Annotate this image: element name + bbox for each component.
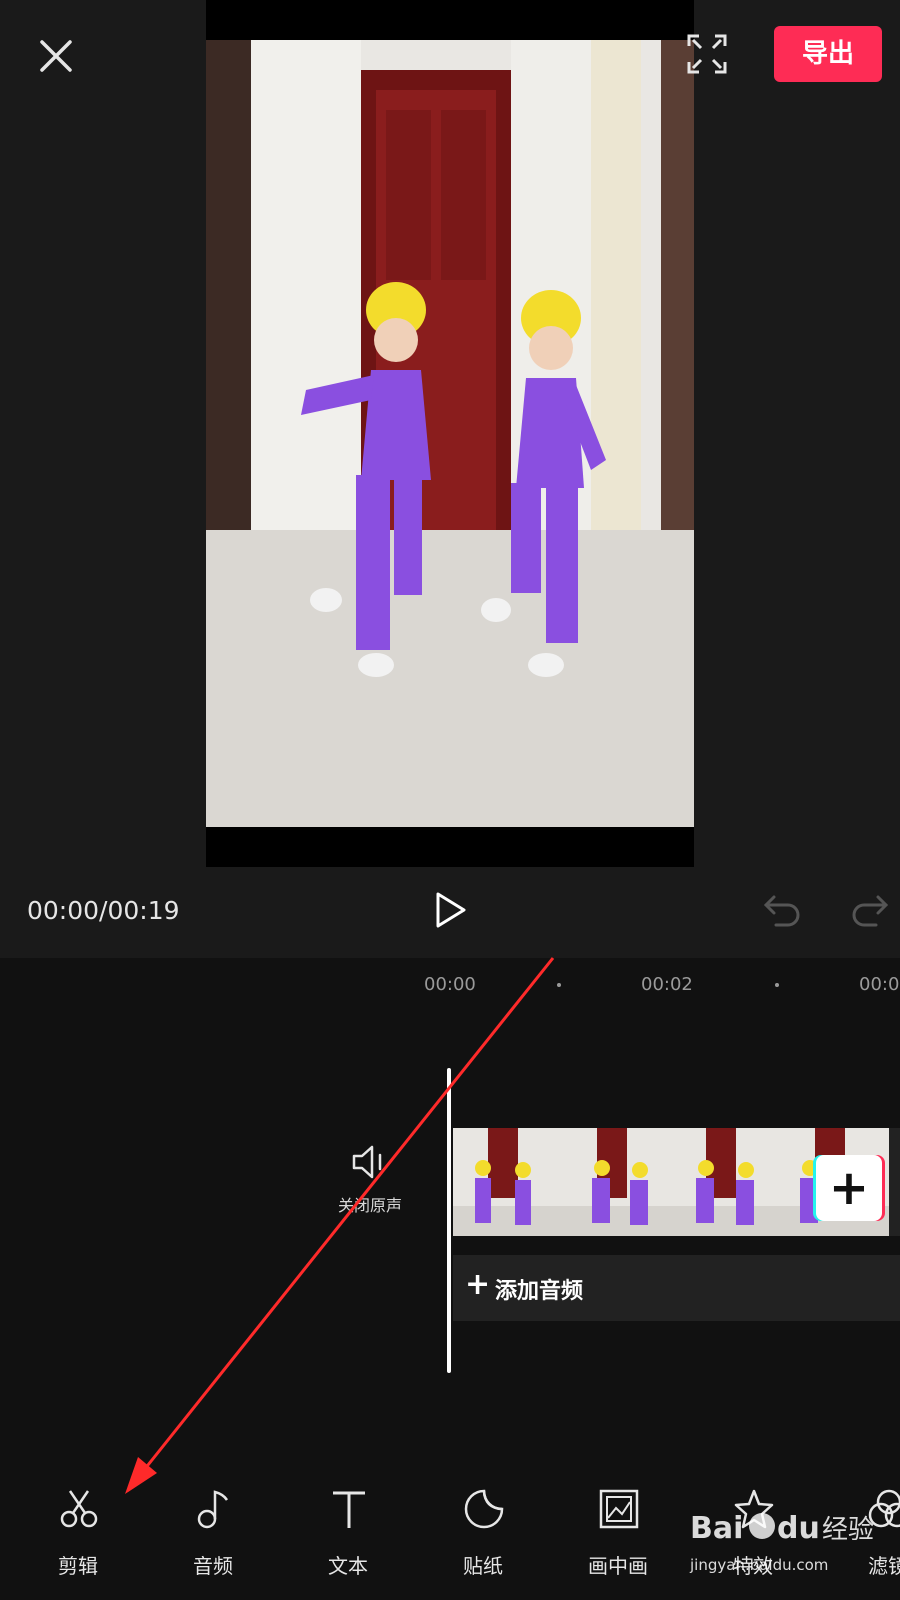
scissors-icon bbox=[60, 1490, 98, 1528]
editor-preview-area: 导出 00:00/00:19 bbox=[0, 0, 900, 958]
add-audio-button[interactable]: + 添加音频 bbox=[453, 1255, 900, 1321]
video-preview[interactable] bbox=[206, 0, 694, 867]
toolbar-item-label: 剪辑 bbox=[58, 1554, 98, 1578]
toolbar-item-label: 画中画 bbox=[588, 1554, 648, 1578]
svg-text:du: du bbox=[777, 1511, 820, 1546]
music-note-icon bbox=[197, 1490, 229, 1529]
ruler-dot bbox=[775, 983, 779, 987]
close-icon bbox=[40, 40, 72, 72]
toolbar-item-edit[interactable]: 剪辑 bbox=[33, 1480, 123, 1580]
undo-icon bbox=[763, 895, 800, 927]
video-frame-image bbox=[206, 40, 694, 827]
add-clip-button[interactable]: + bbox=[816, 1155, 882, 1221]
toolbar-item-label: 贴纸 bbox=[463, 1554, 503, 1578]
redo-button[interactable] bbox=[850, 893, 890, 929]
speaker-icon bbox=[352, 1145, 382, 1179]
toolbar-item-label: 音频 bbox=[193, 1554, 233, 1578]
toolbar-item-sticker[interactable]: 贴纸 bbox=[438, 1480, 528, 1580]
watermark-site: jingyan.baidu.com bbox=[690, 1556, 829, 1574]
play-button[interactable] bbox=[430, 890, 470, 930]
toolbar-item-text[interactable]: 文本 bbox=[303, 1480, 393, 1580]
clip-thumbnail bbox=[562, 1128, 671, 1236]
ruler-tick-label: 00:00 bbox=[424, 974, 476, 995]
fullscreen-button[interactable] bbox=[685, 32, 729, 76]
fullscreen-icon bbox=[687, 34, 727, 74]
mute-original-audio-label: 关闭原声 bbox=[337, 1196, 402, 1215]
close-button[interactable] bbox=[30, 30, 80, 80]
text-icon bbox=[333, 1491, 365, 1528]
toolbar-item-audio[interactable]: 音频 bbox=[168, 1480, 258, 1580]
redo-icon bbox=[852, 895, 889, 927]
plus-icon: + bbox=[828, 1160, 870, 1216]
svg-text:经验: 经验 bbox=[822, 1515, 874, 1545]
ruler-tick-label: 00:0 bbox=[859, 974, 900, 995]
sticker-icon bbox=[464, 1489, 504, 1529]
timeline-playhead[interactable] bbox=[447, 1068, 451, 1373]
clip-thumbnail bbox=[453, 1128, 562, 1236]
add-audio-label: 添加音频 bbox=[495, 1279, 584, 1304]
undo-button[interactable] bbox=[762, 893, 802, 929]
baidu-logo: Bai du 经验 bbox=[690, 1511, 874, 1546]
playback-time: 00:00/00:19 bbox=[27, 896, 180, 925]
ruler-tick-label: 00:02 bbox=[641, 974, 693, 995]
picture-in-picture-icon bbox=[599, 1489, 639, 1529]
toolbar-item-label: 文本 bbox=[328, 1554, 368, 1578]
clip-thumbnail bbox=[671, 1128, 780, 1236]
svg-text:Bai: Bai bbox=[690, 1511, 743, 1546]
ruler-dot bbox=[557, 983, 561, 987]
baidu-jingyan-watermark: Bai du 经验 jingyan.baidu.com bbox=[690, 1500, 890, 1580]
mute-original-audio-button[interactable]: 关闭原声 bbox=[330, 1142, 410, 1215]
toolbar-item-picture-in-picture[interactable]: 画中画 bbox=[573, 1480, 663, 1580]
play-icon bbox=[436, 892, 466, 928]
plus-icon: + bbox=[465, 1267, 491, 1302]
export-button[interactable]: 导出 bbox=[774, 26, 882, 82]
